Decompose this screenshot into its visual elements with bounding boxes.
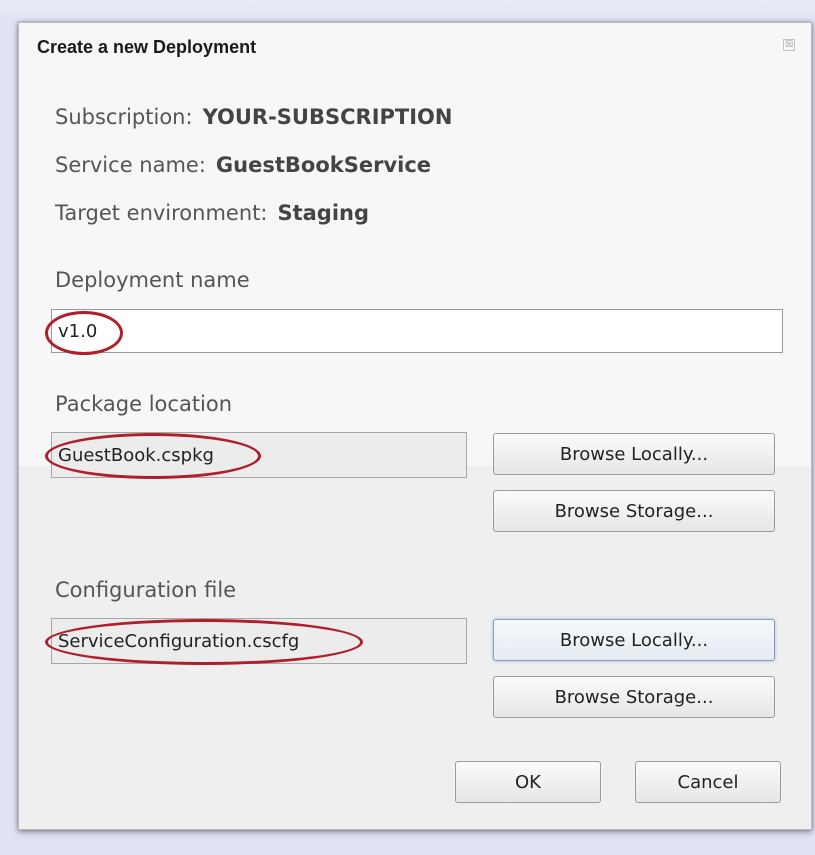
deployment-name-label: Deployment name xyxy=(55,268,250,292)
configuration-browse-locally-button[interactable]: Browse Locally... xyxy=(493,619,775,661)
configuration-browse-storage-button[interactable]: Browse Storage... xyxy=(493,676,775,718)
background-strip xyxy=(0,0,815,22)
configuration-file-field[interactable]: ServiceConfiguration.cscfg xyxy=(51,618,467,664)
service-name-line: Service name: GuestBookService xyxy=(55,153,431,177)
close-icon[interactable]: ☒ xyxy=(783,39,795,51)
target-environment-line: Target environment: Staging xyxy=(55,201,369,225)
package-browse-storage-button[interactable]: Browse Storage... xyxy=(493,490,775,532)
service-name-value: GuestBookService xyxy=(215,153,432,177)
dialog-title-bar: Create a new Deployment ☒ xyxy=(19,23,811,69)
deployment-name-input[interactable]: v1.0 xyxy=(51,309,783,353)
subscription-value: YOUR-SUBSCRIPTION xyxy=(202,105,453,129)
subscription-line: Subscription: YOUR-SUBSCRIPTION xyxy=(55,105,452,129)
package-location-label: Package location xyxy=(55,392,233,416)
ok-button[interactable]: OK xyxy=(455,761,601,803)
create-deployment-dialog: Create a new Deployment ☒ Subscription: Y… xyxy=(18,22,812,830)
package-location-field[interactable]: GuestBook.cspkg xyxy=(51,432,467,478)
target-environment-label: Target environment: xyxy=(55,201,268,225)
dialog-title: Create a new Deployment xyxy=(37,37,257,57)
service-name-label: Service name: xyxy=(55,153,206,177)
subscription-label: Subscription: xyxy=(55,105,193,129)
package-browse-locally-button[interactable]: Browse Locally... xyxy=(493,433,775,475)
target-environment-value: Staging xyxy=(277,201,370,225)
cancel-button[interactable]: Cancel xyxy=(635,761,781,803)
configuration-file-label: Configuration file xyxy=(55,578,237,602)
